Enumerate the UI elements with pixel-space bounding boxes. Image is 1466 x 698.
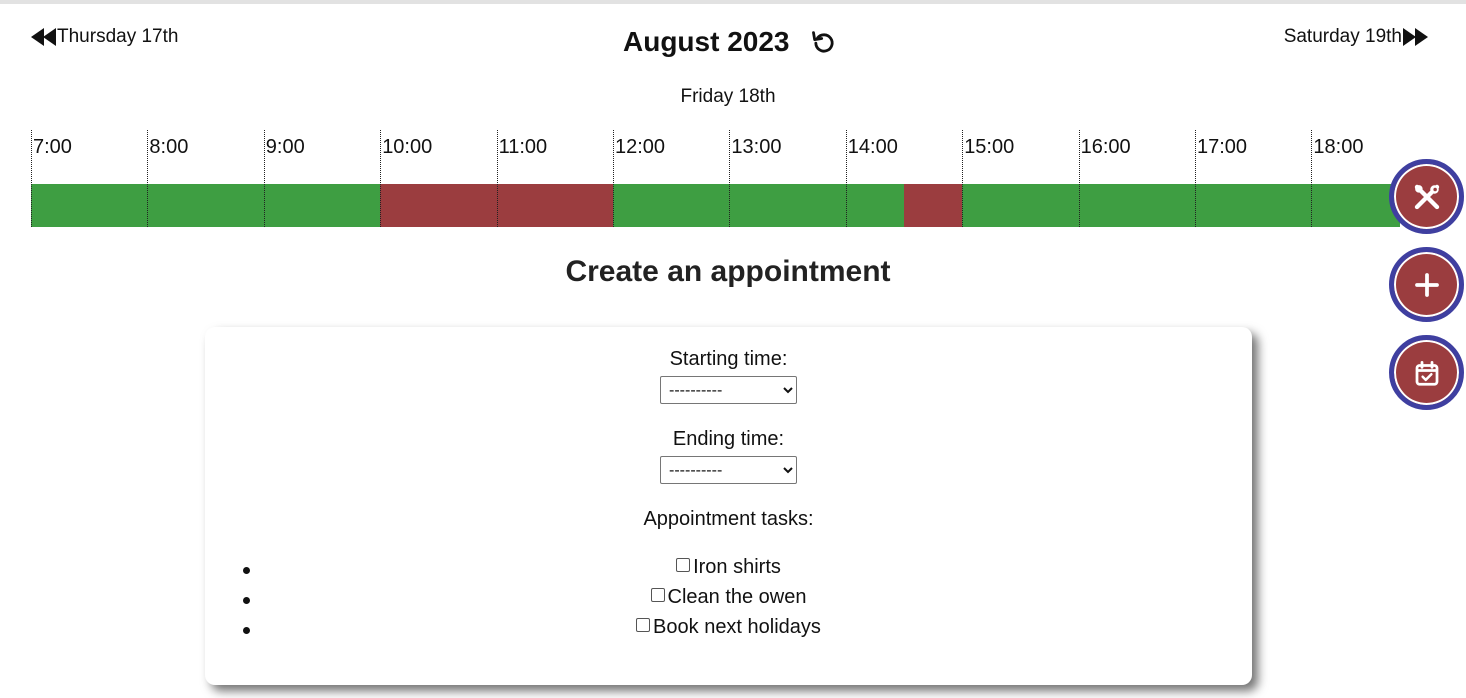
task-label: Book next holidays (653, 615, 821, 638)
bullet (243, 597, 250, 604)
hour-gridline (1078, 184, 1080, 227)
starting-time-select[interactable]: ---------- (660, 376, 797, 404)
task-list: Iron shirts Clean the owen Book next hol… (205, 555, 1252, 645)
bullet (243, 567, 250, 574)
current-day-label: Friday 18th (680, 86, 776, 107)
previous-day-label: Thursday 17th (57, 26, 179, 47)
ending-time-label: Ending time: (672, 428, 785, 450)
hour-gridline (1311, 184, 1313, 227)
month-title: August 2023 (623, 26, 790, 57)
starting-time-label: Starting time: (669, 348, 788, 370)
task-label: Iron shirts (693, 555, 781, 578)
tools-button[interactable] (1389, 159, 1464, 234)
task-checkbox[interactable] (636, 618, 651, 632)
next-day-label: Saturday 19th (1283, 26, 1402, 47)
hour-gridline (962, 184, 964, 227)
tasks-label: Appointment tasks: (643, 508, 814, 530)
next-day-link[interactable]: Saturday 19th (1284, 26, 1428, 48)
top-border (0, 0, 1466, 4)
list-item: Iron shirts (205, 555, 1252, 585)
double-right-arrow-icon (1403, 28, 1428, 46)
hour-gridline (31, 184, 32, 227)
appointment-form: Starting time: ---------- Ending time: -… (205, 327, 1252, 685)
busy-period[interactable] (904, 184, 963, 227)
hour-gridline (729, 184, 731, 227)
bullet (243, 627, 250, 634)
hour-gridline (613, 184, 614, 227)
list-item: Clean the owen (205, 585, 1252, 615)
task-label: Clean the owen (667, 585, 807, 608)
ending-time-select[interactable]: ---------- (660, 456, 797, 484)
hour-gridline (380, 184, 382, 227)
calendar-check-icon (1415, 360, 1438, 386)
task-checkbox[interactable] (676, 558, 691, 572)
hour-gridline (845, 184, 847, 227)
previous-day-link[interactable]: Thursday 17th (31, 26, 178, 48)
form-title: Create an appointment (565, 255, 891, 288)
double-left-arrow-icon (31, 28, 56, 46)
month-header: August 2023 (623, 26, 838, 58)
calendar-button[interactable] (1389, 335, 1464, 410)
list-item: Book next holidays (205, 615, 1252, 645)
hour-gridline (263, 184, 265, 227)
hour-gridline (496, 184, 498, 227)
task-checkbox[interactable] (650, 588, 665, 602)
reset-icon[interactable] (810, 28, 838, 56)
hour-gridline (1195, 184, 1196, 227)
hour-gridline (147, 184, 149, 227)
tools-icon (1414, 184, 1439, 209)
